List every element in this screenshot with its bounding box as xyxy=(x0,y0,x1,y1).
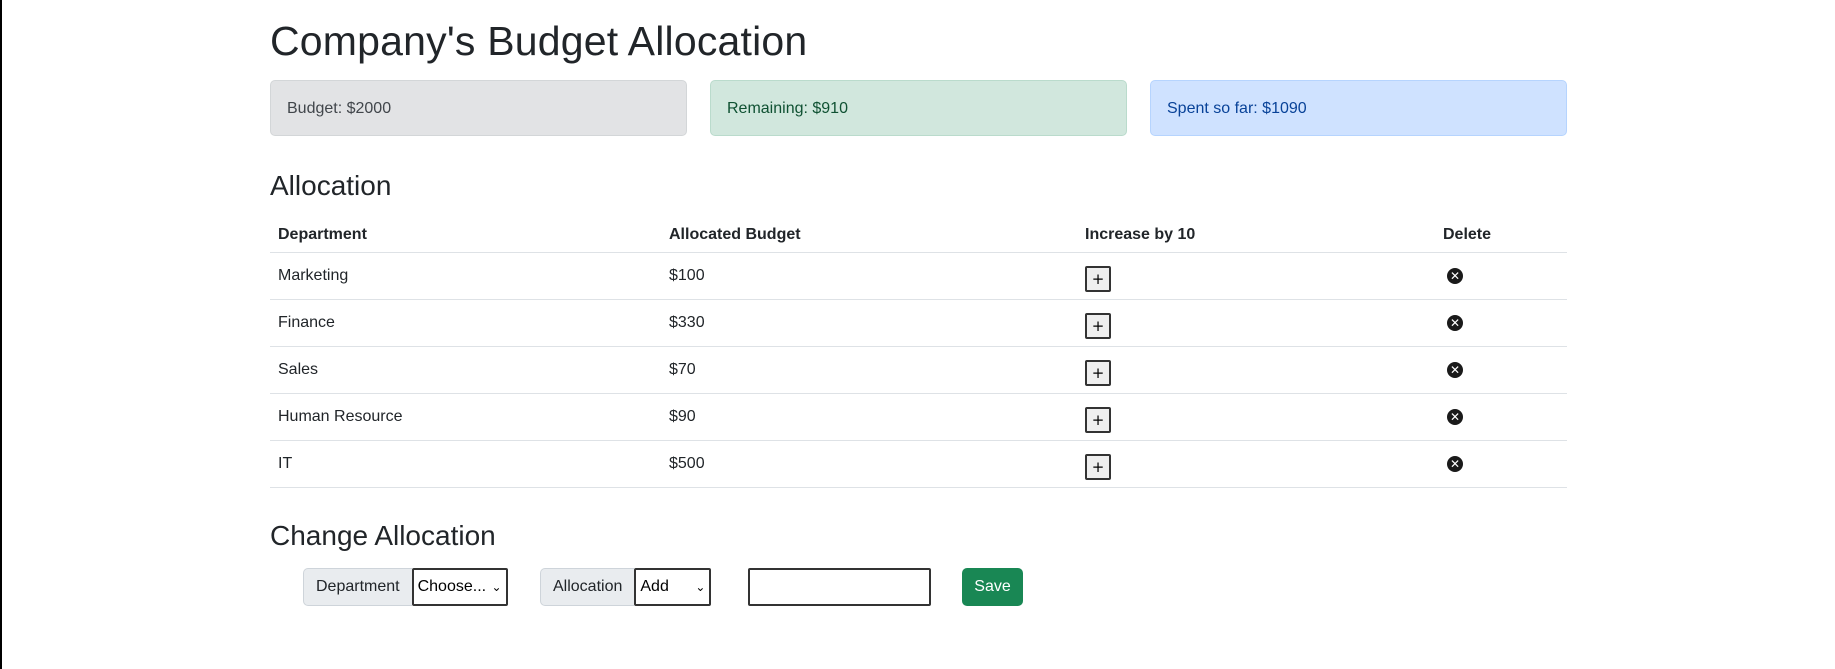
department-label: Department xyxy=(303,568,412,606)
remaining-alert: Remaining: $910 xyxy=(710,80,1127,136)
allocation-select[interactable]: Add ⌄ xyxy=(634,568,712,606)
x-circle-icon[interactable]: ✕ xyxy=(1447,362,1463,378)
chevron-down-icon: ⌄ xyxy=(491,580,502,594)
header-department: Department xyxy=(270,218,661,253)
table-row: Marketing $100 + ✕ xyxy=(270,252,1567,300)
increase-button[interactable]: + xyxy=(1085,266,1111,292)
allocation-input-group: Allocation Add ⌄ xyxy=(540,568,712,606)
table-row: Sales $70 + ✕ xyxy=(270,346,1567,394)
save-button[interactable]: Save xyxy=(962,568,1023,606)
table-row: Finance $330 + ✕ xyxy=(270,299,1567,347)
department-cell: Sales xyxy=(270,346,661,394)
x-circle-icon[interactable]: ✕ xyxy=(1447,268,1463,284)
x-circle-icon[interactable]: ✕ xyxy=(1447,409,1463,425)
department-input-group: Department Choose... ⌄ xyxy=(303,568,508,606)
budget-cell: $90 xyxy=(661,393,1077,441)
allocation-label: Allocation xyxy=(540,568,635,606)
budget-cell: $100 xyxy=(661,252,1077,300)
budget-summary: Budget: $2000 Remaining: $910 Spent so f… xyxy=(270,80,1567,138)
budget-cell: $500 xyxy=(661,440,1077,488)
allocation-title: Allocation xyxy=(270,170,392,201)
change-allocation-title: Change Allocation xyxy=(270,520,496,551)
header-delete: Delete xyxy=(1435,218,1567,253)
change-allocation-form: Department Choose... ⌄ Allocation Add ⌄ … xyxy=(270,568,1567,608)
allocation-select-value: Add xyxy=(640,578,669,595)
department-cell: Human Resource xyxy=(270,393,661,441)
x-circle-icon[interactable]: ✕ xyxy=(1447,315,1463,331)
department-cell: Finance xyxy=(270,299,661,347)
increase-button[interactable]: + xyxy=(1085,407,1111,433)
department-select[interactable]: Choose... ⌄ xyxy=(411,568,508,606)
table-row: IT $500 + ✕ xyxy=(270,440,1567,488)
department-cell: IT xyxy=(270,440,661,488)
page-title: Company's Budget Allocation xyxy=(270,18,808,64)
increase-button[interactable]: + xyxy=(1085,454,1111,480)
budget-alert: Budget: $2000 xyxy=(270,80,687,136)
amount-input[interactable] xyxy=(748,568,931,606)
header-increase: Increase by 10 xyxy=(1077,218,1435,253)
chevron-down-icon: ⌄ xyxy=(695,580,706,594)
department-cell: Marketing xyxy=(270,252,661,300)
budget-cell: $330 xyxy=(661,299,1077,347)
table-row: Human Resource $90 + ✕ xyxy=(270,393,1567,441)
table-header-row: Department Allocated Budget Increase by … xyxy=(270,218,1567,253)
department-select-value: Choose... xyxy=(417,578,487,595)
spent-alert: Spent so far: $1090 xyxy=(1150,80,1567,136)
x-circle-icon[interactable]: ✕ xyxy=(1447,456,1463,472)
increase-button[interactable]: + xyxy=(1085,313,1111,339)
increase-button[interactable]: + xyxy=(1085,360,1111,386)
allocation-table: Department Allocated Budget Increase by … xyxy=(270,218,1567,488)
budget-cell: $70 xyxy=(661,346,1077,394)
window-left-border xyxy=(0,0,2,669)
header-allocated-budget: Allocated Budget xyxy=(661,218,1077,253)
